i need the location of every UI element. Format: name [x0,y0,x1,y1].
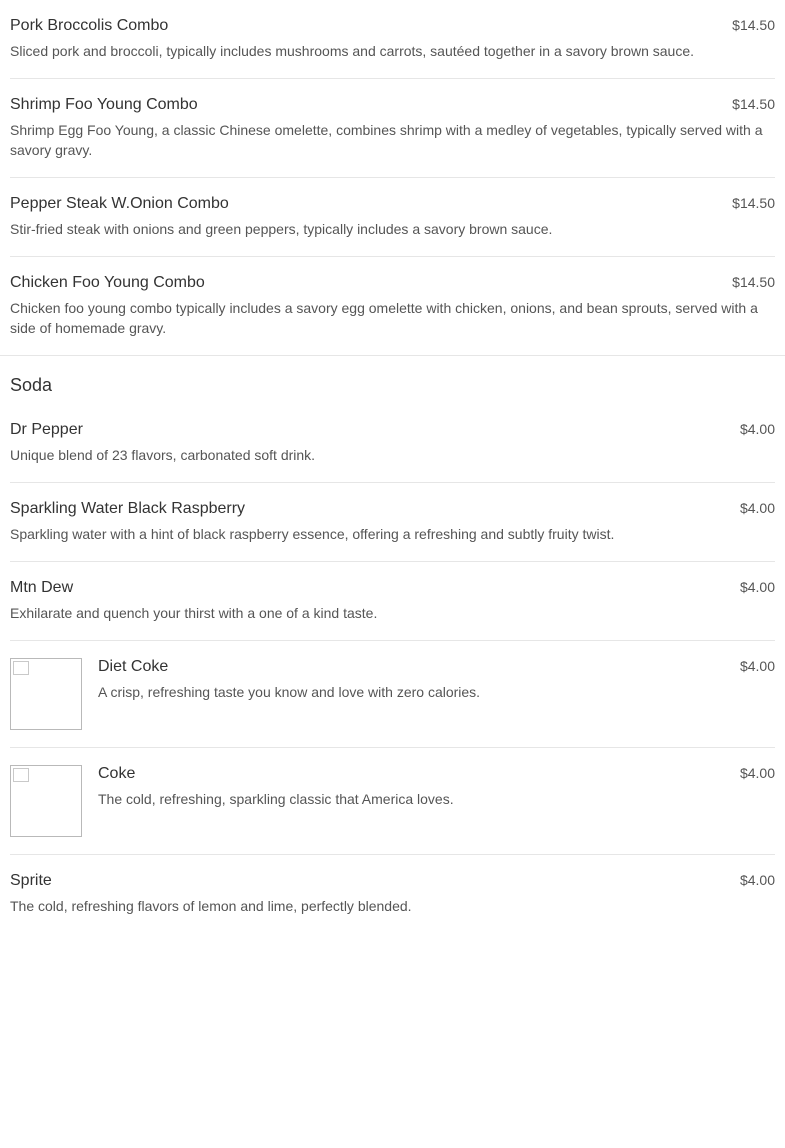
menu-item-price: $4.00 [739,872,775,888]
menu-item-sprite[interactable]: Sprite The cold, refreshing flavors of l… [10,855,775,933]
menu-item-text: Coke The cold, refreshing, sparkling cla… [98,765,775,809]
soda-list: Dr Pepper Unique blend of 23 flavors, ca… [0,404,785,933]
menu-item-text: Dr Pepper Unique blend of 23 flavors, ca… [10,421,775,465]
menu-item-text: Chicken Foo Young Combo Chicken foo youn… [10,274,775,338]
menu-item-description: Unique blend of 23 flavors, carbonated s… [10,447,316,463]
combo-section: Pork Broccolis Combo Sliced pork and bro… [0,0,785,356]
menu-item-price: $14.50 [732,274,775,290]
broken-image-icon [13,661,29,675]
menu-item-image[interactable] [10,765,82,837]
menu-item-name: Chicken Foo Young Combo [10,274,205,291]
menu-item-body: Diet Coke A crisp, refreshing taste you … [10,658,775,730]
menu-item-text: Mtn Dew Exhilarate and quench your thirs… [10,579,775,623]
menu-item-description: A crisp, refreshing taste you know and l… [98,684,481,700]
soda-section: Soda Dr Pepper Unique blend of 23 flavor… [0,356,785,933]
broken-image-icon [13,768,29,782]
menu-item-name: Shrimp Foo Young Combo [10,96,198,113]
menu-item-price: $14.50 [732,195,775,211]
menu-item-mtn-dew[interactable]: Mtn Dew Exhilarate and quench your thirs… [10,562,775,641]
menu-item-name: Pork Broccolis Combo [10,17,169,34]
menu-item-price: $4.00 [739,658,775,674]
menu-item-text: Sparkling Water Black Raspberry Sparklin… [10,500,775,544]
menu-item-sparkling-water-black-raspberry[interactable]: Sparkling Water Black Raspberry Sparklin… [10,483,775,562]
menu-item-name: Dr Pepper [10,421,83,438]
menu-item-name: Coke [98,765,136,782]
section-title: Soda [10,375,53,395]
menu-item-price: $4.00 [739,579,775,595]
menu-item-description: Sliced pork and broccoli, typically incl… [10,43,695,59]
menu-item-pork-broccolis-combo[interactable]: Pork Broccolis Combo Sliced pork and bro… [10,0,775,79]
menu-item-name: Pepper Steak W.Onion Combo [10,195,229,212]
menu-item-diet-coke[interactable]: Diet Coke A crisp, refreshing taste you … [10,641,775,748]
combo-list: Pork Broccolis Combo Sliced pork and bro… [0,0,785,355]
menu-item-text: Diet Coke A crisp, refreshing taste you … [98,658,775,702]
menu-item-name: Diet Coke [98,658,169,675]
menu-item-text: Sprite The cold, refreshing flavors of l… [10,872,775,916]
menu-item-text: Shrimp Foo Young Combo Shrimp Egg Foo Yo… [10,96,775,160]
menu-item-dr-pepper[interactable]: Dr Pepper Unique blend of 23 flavors, ca… [10,404,775,483]
menu-item-image[interactable] [10,658,82,730]
menu-item-price: $14.50 [732,17,775,33]
menu-item-description: The cold, refreshing, sparkling classic … [98,791,454,807]
menu-item-name: Sprite [10,872,52,889]
menu-item-description: Stir-fried steak with onions and green p… [10,221,553,237]
menu-item-price: $4.00 [739,500,775,516]
menu-item-text: Pepper Steak W.Onion Combo Stir-fried st… [10,195,775,239]
menu-item-text: Pork Broccolis Combo Sliced pork and bro… [10,17,775,61]
menu-item-price: $4.00 [739,421,775,437]
menu-item-price: $4.00 [739,765,775,781]
menu-item-pepper-steak-onion-combo[interactable]: Pepper Steak W.Onion Combo Stir-fried st… [10,178,775,257]
menu-item-name: Mtn Dew [10,579,74,596]
menu-item-description: Exhilarate and quench your thirst with a… [10,605,378,621]
menu-item-description: The cold, refreshing flavors of lemon an… [10,898,412,914]
menu-item-description: Chicken foo young combo typically includ… [10,300,758,336]
menu-item-name: Sparkling Water Black Raspberry [10,500,246,517]
menu-item-description: Sparkling water with a hint of black ras… [10,526,615,542]
menu-item-description: Shrimp Egg Foo Young, a classic Chinese … [10,122,763,158]
menu-item-body: Coke The cold, refreshing, sparkling cla… [10,765,775,837]
menu-item-chicken-foo-young-combo[interactable]: Chicken Foo Young Combo Chicken foo youn… [10,257,775,355]
menu-item-shrimp-foo-young-combo[interactable]: Shrimp Foo Young Combo Shrimp Egg Foo Yo… [10,79,775,178]
menu-item-coke[interactable]: Coke The cold, refreshing, sparkling cla… [10,748,775,855]
menu-item-price: $14.50 [732,96,775,112]
